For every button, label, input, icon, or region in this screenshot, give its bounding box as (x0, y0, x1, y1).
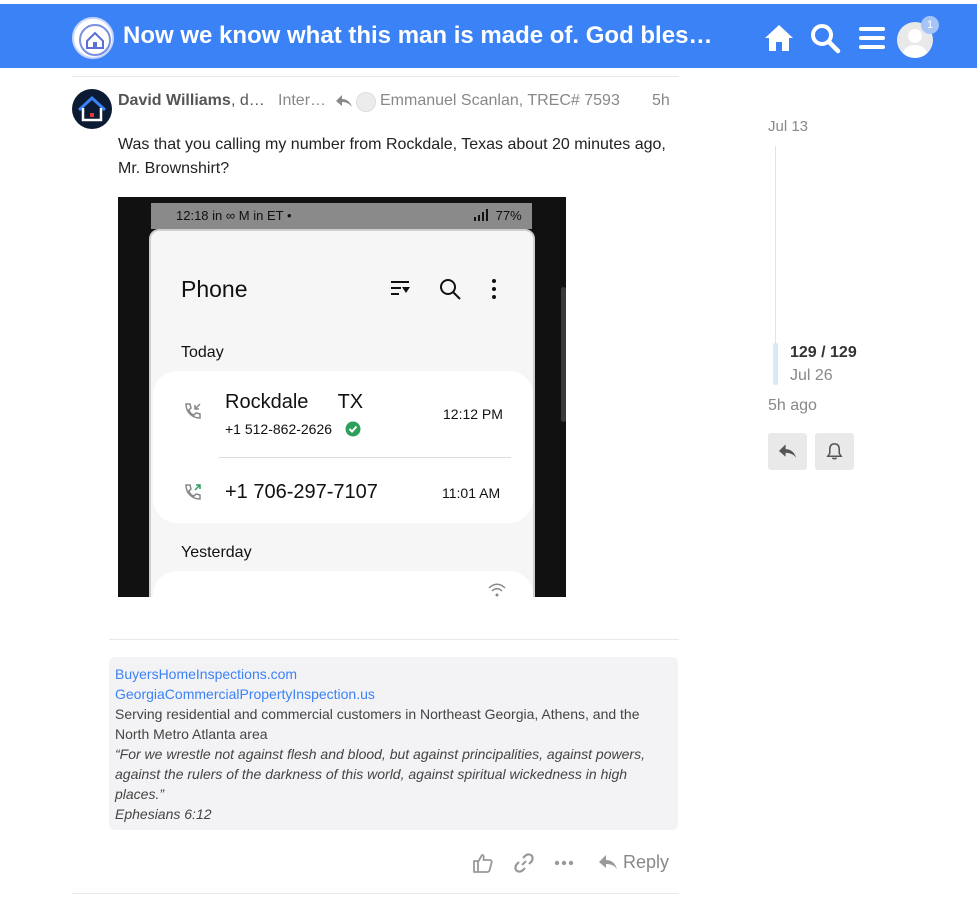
signature-citation: Ephesians 6:12 (115, 806, 212, 822)
timeline-position: 129 / 129 (790, 344, 857, 361)
call1-number: +1 512-862-2626 (225, 421, 333, 437)
filter-icon (391, 281, 410, 295)
phone-app-screen: Phone Today Rockdale TX +1 512-862-2626 (149, 229, 535, 597)
house-logo-icon (79, 24, 111, 56)
hamburger-menu-icon[interactable] (855, 21, 889, 55)
author-avatar[interactable] (72, 89, 112, 129)
post-body: Was that you calling my number from Rock… (118, 136, 666, 177)
section-today: Today (181, 344, 224, 361)
reply-to-name[interactable]: Emmanuel Scanlan, TREC# 7593 (380, 92, 620, 110)
wifi-call-icon (488, 583, 506, 597)
phone-status-bar: 12:18 in ∞ M in ET • 77% (151, 203, 532, 229)
reply-label: Reply (623, 852, 670, 872)
author-group[interactable]: Inter… (278, 92, 326, 110)
verified-check-icon (345, 421, 361, 437)
reply-to-arrow-icon (336, 95, 352, 107)
house-avatar-icon (77, 95, 107, 122)
search-icon[interactable] (808, 21, 842, 55)
author-title: , d… (231, 92, 265, 109)
call2-number: +1 706-297-7107 (225, 481, 378, 503)
kebab-menu-icon (492, 279, 496, 299)
post-names: David Williams , d… Inter… Emmanuel Scan… (118, 92, 678, 112)
status-icons: in ∞ M in ET • (212, 208, 292, 223)
topic-title[interactable]: Now we know what this man is made of. Go… (123, 22, 723, 50)
reply-to-avatar (356, 92, 376, 112)
image-scrollbar (561, 287, 566, 422)
call-log-card-yesterday (153, 571, 533, 597)
signal-icon (474, 209, 488, 221)
notification-level-button[interactable] (815, 433, 854, 470)
post-divider (72, 76, 679, 77)
timeline-end-date[interactable]: 5h ago (768, 397, 817, 415)
timeline-reply-button[interactable] (768, 433, 807, 470)
bell-icon (826, 443, 843, 460)
post-age[interactable]: 5h (652, 92, 670, 110)
site-logo[interactable] (72, 17, 114, 59)
timeline-start-date[interactable]: Jul 13 (768, 118, 808, 135)
post-image[interactable]: 12:18 in ∞ M in ET • 77% Phone Today Roc… (118, 197, 566, 597)
reply-icon (599, 855, 617, 869)
outgoing-call-icon (185, 484, 201, 500)
section-yesterday: Yesterday (181, 544, 252, 561)
home-icon[interactable] (762, 21, 796, 55)
signature-quote: “For we wrestle not against flesh and bl… (115, 746, 645, 802)
timeline-current-date: Jul 26 (790, 367, 833, 384)
status-time: 12:18 (176, 208, 209, 223)
phone-app-title: Phone (181, 276, 248, 302)
call-log-card: Rockdale TX +1 512-862-2626 12:12 PM +1 … (153, 371, 533, 523)
signature-description: Serving residential and commercial custo… (115, 706, 640, 742)
like-icon[interactable] (472, 852, 494, 874)
reply-icon (778, 444, 797, 458)
call-separator (219, 457, 511, 458)
call1-time: 12:12 PM (443, 406, 503, 422)
call1-name: Rockdale TX (225, 391, 364, 413)
signature-link-2[interactable]: GeorgiaCommercialPropertyInspection.us (115, 684, 672, 704)
notification-badge[interactable]: 1 (921, 16, 939, 34)
signature-link-1[interactable]: BuyersHomeInspections.com (115, 664, 672, 684)
battery-level: 77% (495, 208, 522, 223)
author-name[interactable]: David Williams (118, 92, 231, 110)
site-header: Now we know what this man is made of. Go… (0, 4, 977, 68)
link-icon[interactable] (513, 852, 535, 874)
post-bottom-divider (72, 893, 679, 894)
more-options-icon[interactable] (553, 852, 575, 874)
user-signature: BuyersHomeInspections.com GeorgiaCommerc… (109, 657, 678, 830)
phone-search-icon (440, 279, 461, 300)
timeline-handle[interactable] (773, 343, 778, 385)
incoming-call-icon (185, 403, 201, 419)
signature-divider (109, 639, 679, 640)
call2-time: 11:01 AM (442, 485, 501, 501)
